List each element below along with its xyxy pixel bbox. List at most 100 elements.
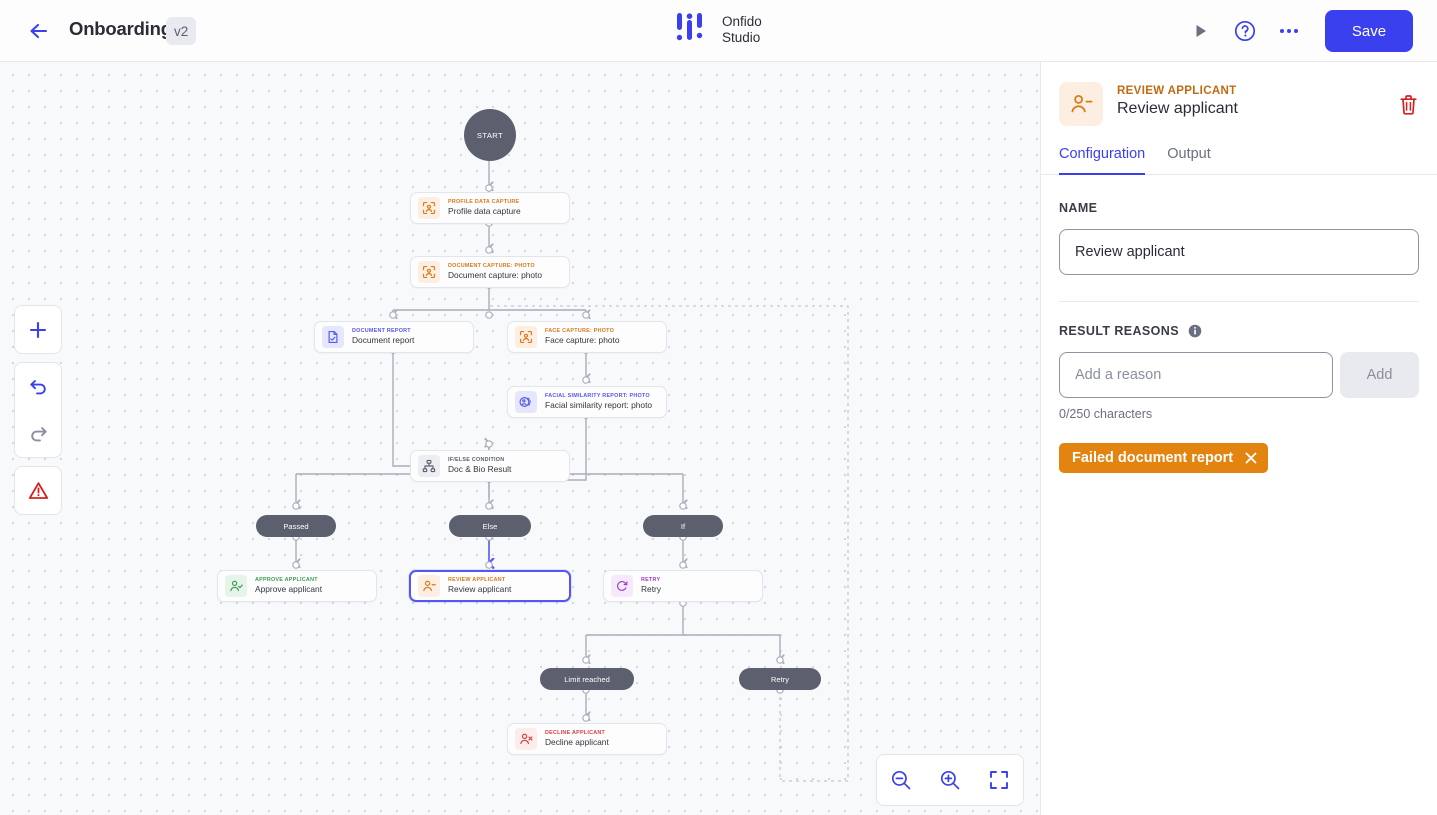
face-scan-icon	[519, 330, 533, 344]
run-button[interactable]	[1179, 10, 1223, 52]
flow-node-kicker: DOCUMENT CAPTURE: PHOTO	[448, 263, 542, 270]
face-scan-icon-wrapper	[418, 197, 440, 219]
name-input[interactable]	[1059, 229, 1419, 275]
panel-title: Review applicant	[1117, 100, 1238, 118]
flow-node-kicker: IF/ELSE CONDITION	[448, 457, 511, 464]
reason-input[interactable]	[1059, 352, 1333, 398]
top-actions: Save	[1179, 10, 1413, 52]
start-node[interactable]: START	[464, 109, 516, 161]
flow-node-texts: RETRYRetry	[641, 577, 661, 595]
flow-node-label: Face capture: photo	[545, 335, 620, 346]
result-reason-tag-label: Failed document report	[1072, 450, 1233, 466]
close-icon	[1245, 452, 1257, 464]
result-reasons-label-row: RESULT REASONS	[1059, 324, 1419, 338]
top-bar: Onboarding v2 Onfido Studio	[0, 0, 1437, 62]
flow-node-label: Profile data capture	[448, 206, 521, 217]
flow-node-document-capture-photo[interactable]: DOCUMENT CAPTURE: PHOTODocument capture:…	[410, 256, 570, 288]
flow-node-kicker: DOCUMENT REPORT	[352, 328, 414, 335]
flow-node-kicker: APPROVE APPLICANT	[255, 577, 322, 584]
face-scan-icon-wrapper	[418, 261, 440, 283]
fit-to-screen-button[interactable]	[979, 760, 1019, 800]
refresh-icon	[615, 579, 629, 593]
brand-logo-group: Onfido Studio	[674, 13, 762, 47]
add-reason-row: Add	[1059, 352, 1419, 398]
character-counter: 0/250 characters	[1059, 407, 1419, 421]
flow-node-face-capture-photo[interactable]: FACE CAPTURE: PHOTOFace capture: photo	[507, 321, 667, 353]
flow-node-kicker: PROFILE DATA CAPTURE	[448, 199, 521, 206]
arrow-left-icon	[28, 22, 50, 40]
panel-header-texts: REVIEW APPLICANT Review applicant	[1117, 82, 1238, 126]
flow-node-label: Document report	[352, 335, 414, 346]
tab-output[interactable]: Output	[1167, 146, 1211, 175]
flow-edges-layer	[0, 62, 1040, 815]
flow-node-facial-similarity-report-photo[interactable]: FACIAL SIMILARITY REPORT: PHOTOFacial si…	[507, 386, 667, 418]
page-title: Onboarding	[69, 18, 172, 40]
add-node-button[interactable]	[15, 306, 61, 353]
flow-node-approve-applicant[interactable]: APPROVE APPLICANTApprove applicant	[217, 570, 377, 602]
remove-reason-button[interactable]	[1245, 452, 1257, 464]
zoom-in-button[interactable]	[930, 760, 970, 800]
flow-pill-if[interactable]: If	[643, 515, 723, 537]
issues-tool-group	[14, 466, 62, 515]
flow-node-kicker: FACE CAPTURE: PHOTO	[545, 328, 620, 335]
info-icon[interactable]	[1188, 324, 1202, 338]
warnings-button[interactable]	[15, 467, 61, 514]
history-tool-group	[14, 362, 62, 458]
name-label: NAME	[1059, 201, 1419, 215]
flow-node-ifelse-condition[interactable]: IF/ELSE CONDITIONDoc & Bio Result	[410, 450, 570, 482]
onfido-logo-icon	[674, 13, 710, 47]
flow-node-kicker: RETRY	[641, 577, 661, 584]
user-minus-icon	[1069, 92, 1093, 116]
user-minus-icon-wrapper	[418, 575, 440, 597]
flow-node-label: Review applicant	[448, 584, 511, 595]
user-check-icon-wrapper	[225, 575, 247, 597]
face-scan-icon	[422, 265, 436, 279]
panel-tabs: Configuration Output	[1041, 146, 1437, 175]
save-button[interactable]: Save	[1325, 10, 1413, 52]
flow-node-retry[interactable]: RETRYRetry	[603, 570, 763, 602]
flow-node-kicker: REVIEW APPLICANT	[448, 577, 511, 584]
more-options-button[interactable]	[1267, 10, 1311, 52]
delete-node-button[interactable]	[1395, 91, 1421, 117]
panel-node-icon	[1059, 82, 1103, 126]
help-button[interactable]	[1223, 10, 1267, 52]
flow-node-decline-applicant[interactable]: DECLINE APPLICANTDecline applicant	[507, 723, 667, 755]
panel-body: NAME RESULT REASONS Add 0/250 characters…	[1041, 175, 1437, 473]
flow-node-label: Decline applicant	[545, 737, 609, 748]
undo-icon	[29, 378, 48, 395]
flow-node-texts: FACIAL SIMILARITY REPORT: PHOTOFacial si…	[545, 393, 652, 411]
document-check-icon-wrapper	[322, 326, 344, 348]
flow-node-document-report[interactable]: DOCUMENT REPORTDocument report	[314, 321, 474, 353]
flow-node-profile-data-capture[interactable]: PROFILE DATA CAPTUREProfile data capture	[410, 192, 570, 224]
tab-configuration[interactable]: Configuration	[1059, 146, 1145, 175]
flow-canvas[interactable]: START PROFILE DATA CAPTUREProfile data c…	[0, 62, 1040, 815]
add-reason-button[interactable]: Add	[1340, 352, 1419, 398]
user-minus-icon	[422, 579, 436, 593]
document-check-icon	[326, 330, 340, 344]
flow-node-label: Document capture: photo	[448, 270, 542, 281]
version-chip[interactable]: v2	[166, 17, 196, 45]
properties-panel: REVIEW APPLICANT Review applicant Config…	[1040, 62, 1437, 815]
flow-node-kicker: FACIAL SIMILARITY REPORT: PHOTO	[545, 393, 652, 400]
play-icon	[1193, 23, 1209, 39]
flow-node-texts: DECLINE APPLICANTDecline applicant	[545, 730, 609, 748]
zoom-in-icon	[939, 769, 961, 791]
zoom-out-icon	[890, 769, 912, 791]
flow-pill-else[interactable]: Else	[449, 515, 531, 537]
name-section: NAME	[1059, 175, 1419, 275]
flow-pill-limit-reached[interactable]: Limit reached	[540, 668, 634, 690]
zoom-out-button[interactable]	[881, 760, 921, 800]
undo-button[interactable]	[15, 363, 61, 410]
back-button[interactable]	[24, 17, 54, 45]
flow-pill-retry[interactable]: Retry	[739, 668, 821, 690]
flow-node-label: Doc & Bio Result	[448, 464, 511, 475]
flow-node-texts: DOCUMENT CAPTURE: PHOTODocument capture:…	[448, 263, 542, 281]
warning-triangle-icon	[28, 481, 49, 500]
flow-pill-passed[interactable]: Passed	[256, 515, 336, 537]
redo-button[interactable]	[15, 410, 61, 457]
user-x-icon	[519, 732, 533, 746]
ellipsis-icon	[1279, 28, 1299, 34]
face-scan-icon	[422, 201, 436, 215]
flow-node-review-applicant[interactable]: REVIEW APPLICANTReview applicant	[409, 570, 571, 602]
result-reason-tag[interactable]: Failed document report	[1059, 443, 1268, 473]
